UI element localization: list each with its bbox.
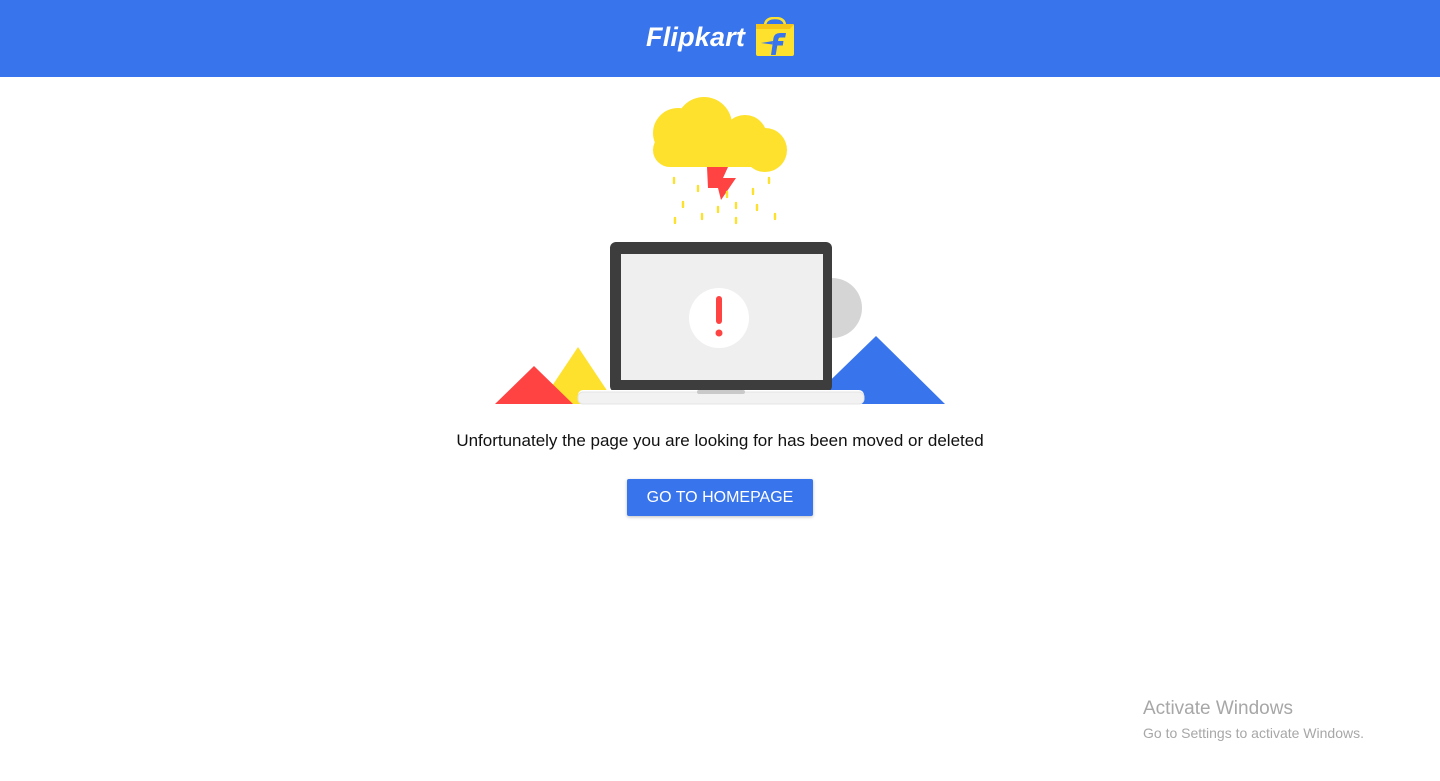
flipkart-bag-icon	[756, 17, 795, 56]
cloud-icon	[653, 97, 787, 172]
brand-name: Flipkart	[646, 21, 746, 52]
activate-windows-watermark: Activate Windows Go to Settings to activ…	[1143, 697, 1364, 743]
top-header: Flipkart	[0, 0, 1440, 77]
flipkart-logo-link[interactable]: Flipkart	[646, 14, 795, 60]
error-message: Unfortunately the page you are looking f…	[456, 431, 984, 450]
error-illustration	[495, 97, 945, 405]
watermark-title: Activate Windows	[1143, 698, 1293, 719]
exclamation-icon	[689, 288, 749, 348]
lightning-icon	[707, 167, 736, 200]
go-to-homepage-button[interactable]: GO TO HOMEPAGE	[627, 479, 813, 516]
watermark-subtitle: Go to Settings to activate Windows.	[1143, 725, 1364, 741]
